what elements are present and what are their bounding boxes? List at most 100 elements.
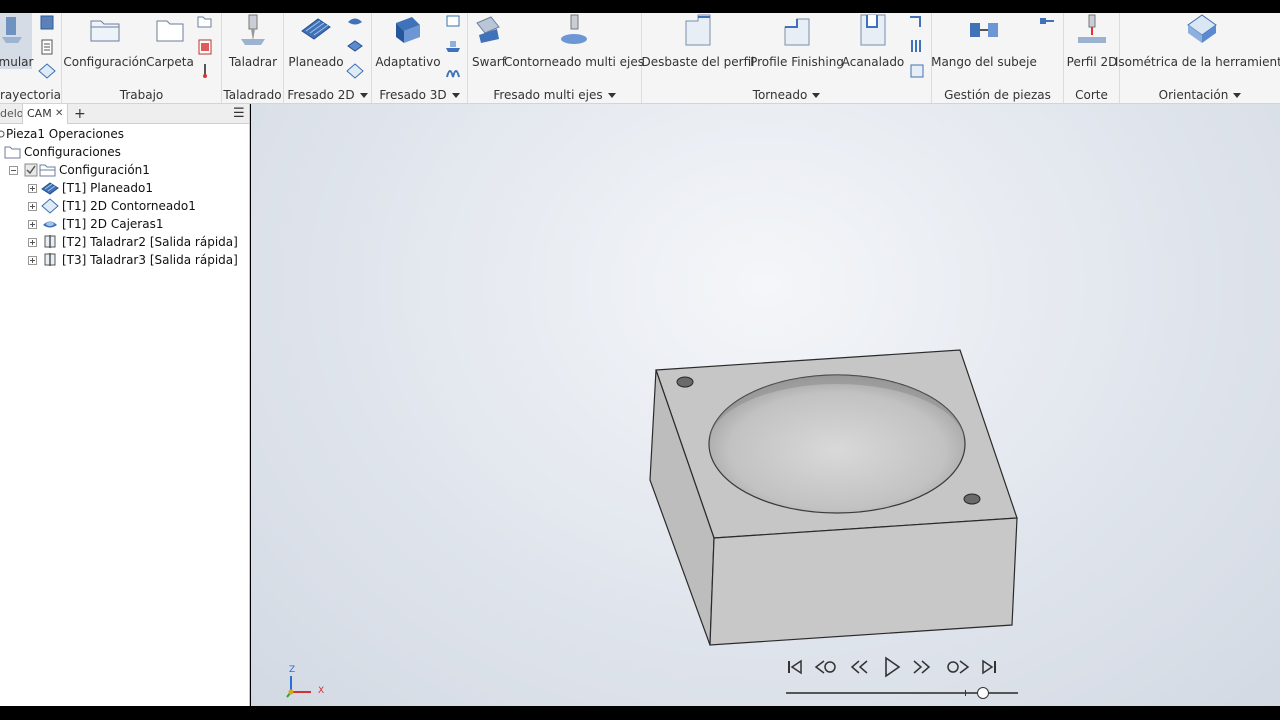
drill-icon	[235, 13, 271, 47]
axis-x-label: X	[318, 686, 325, 696]
open-folder-icon[interactable]	[196, 13, 214, 29]
collapse-toggle[interactable]	[9, 166, 18, 175]
group-torneado[interactable]: Desbaste del perfil Profile Finishing Ac…	[642, 13, 932, 103]
play-icon[interactable]	[880, 656, 902, 678]
go-to-start-icon[interactable]	[784, 656, 806, 678]
chevron-down-icon[interactable]	[1233, 93, 1242, 98]
group-trabajo: Configuración Carpeta Trabajo	[62, 13, 222, 103]
tree-item-operation[interactable]: [T3] Taladrar3 [Salida rápida]	[0, 251, 250, 269]
fresado-2d-label: Fresado 2D	[287, 88, 355, 102]
contour-2d-icon[interactable]	[346, 13, 364, 29]
tree-item-operation[interactable]: [T1] 2D Cajeras1	[0, 215, 250, 233]
tree-label-operation: [T1] 2D Contorneado1	[62, 199, 196, 213]
group-taladrado: Taladrar Taladrado	[222, 13, 284, 103]
pocket-2d-icon[interactable]	[346, 38, 364, 54]
tree-item-operation[interactable]: [T1] Planeado1	[0, 179, 250, 197]
axis-triad: Z X	[281, 664, 331, 704]
desbaste-del-perfil-button[interactable]: Desbaste del perfil	[642, 13, 755, 69]
expand-toggle[interactable]	[28, 202, 37, 211]
toolpath-icon[interactable]	[38, 15, 56, 31]
profile-finishing-button[interactable]: Profile Finishing	[750, 13, 844, 69]
previous-operation-icon[interactable]	[813, 656, 836, 678]
group-fresado-multi-ejes[interactable]: Swarf Contorneado multi ejes Fresado mul…	[468, 13, 644, 103]
group-fresado-3d[interactable]: Adaptativo Fresado 3D	[372, 13, 468, 103]
chevron-down-icon[interactable]	[812, 93, 821, 98]
turning-part-icon[interactable]	[908, 63, 926, 79]
window-top-bar	[0, 0, 1280, 13]
drill-operation-icon	[44, 253, 56, 266]
step-forward-icon[interactable]	[911, 656, 933, 678]
isometrica-herramienta-button[interactable]: Isométrica de la herramienta	[1115, 13, 1280, 69]
perfil-2d-button[interactable]: Perfil 2D	[1064, 13, 1120, 69]
tool-isometric-icon	[1184, 13, 1220, 47]
pocket-2d-icon	[43, 221, 57, 228]
pocket-3d-icon[interactable]	[444, 13, 462, 29]
report-icon[interactable]	[196, 39, 214, 55]
slider-tick	[965, 690, 966, 696]
step-back-icon[interactable]	[848, 656, 870, 678]
expand-toggle[interactable]	[28, 238, 37, 247]
part-transfer-icon[interactable]	[1038, 13, 1056, 29]
carpeta-button[interactable]: Carpeta	[146, 13, 194, 69]
parallel-3d-icon[interactable]	[444, 38, 462, 54]
turning-thread-icon[interactable]	[908, 38, 926, 54]
setup-folder-icon	[39, 164, 56, 177]
window-bottom-bar	[0, 706, 1280, 720]
scallop-3d-icon[interactable]	[444, 63, 462, 79]
planeado-button[interactable]: Planeado	[286, 13, 346, 69]
chevron-down-icon[interactable]	[359, 93, 368, 98]
adaptativo-button[interactable]: Adaptativo	[374, 13, 442, 69]
folder-icon	[4, 146, 21, 159]
part-model[interactable]	[251, 104, 1280, 706]
checkbox-icon[interactable]	[24, 163, 38, 177]
group-orientacion[interactable]: Isométrica de la herramienta Orientación	[1115, 13, 1280, 103]
configuracion-button[interactable]: Configuración	[63, 13, 147, 69]
taladrar-button[interactable]: Taladrar	[226, 13, 280, 69]
diamond-icon[interactable]	[38, 63, 56, 79]
expand-toggle[interactable]	[28, 184, 37, 193]
expand-toggle[interactable]	[28, 256, 37, 265]
contour-2d-icon	[41, 198, 59, 214]
turning-roughing-icon	[680, 13, 716, 47]
chevron-down-icon[interactable]	[607, 93, 616, 98]
playback-slider[interactable]	[786, 686, 1018, 700]
chamfer-2d-icon[interactable]	[346, 63, 364, 79]
go-to-end-icon[interactable]	[978, 656, 1000, 678]
turning-face-icon[interactable]	[908, 13, 926, 29]
slider-thumb[interactable]	[977, 687, 989, 699]
tree-root-label: Pieza1 Operaciones	[6, 127, 125, 141]
turning-groove-icon	[855, 13, 891, 47]
chevron-down-icon[interactable]	[451, 93, 460, 98]
tab-cam[interactable]: CAM ✕	[22, 104, 68, 124]
probe-icon[interactable]	[196, 63, 214, 79]
add-tab-icon[interactable]: +	[74, 104, 86, 124]
menu-icon[interactable]: ☰	[233, 104, 245, 124]
tree-label-configuracion1: Configuración1	[59, 163, 150, 177]
group-fresado-2d[interactable]: Planeado Fresado 2D	[284, 13, 372, 103]
ribbon: mular rayectoria Configuración Carpeta T…	[0, 13, 1280, 104]
contorneado-multi-ejes-button[interactable]: Contorneado multi ejes	[504, 13, 644, 69]
acanalado-button[interactable]: Acanalado	[842, 13, 904, 69]
expand-toggle[interactable]	[28, 220, 37, 229]
tree-item-operation[interactable]: [T2] Taladrar2 [Salida rápida]	[0, 233, 250, 251]
close-icon[interactable]: ✕	[55, 104, 63, 124]
swarf-icon	[471, 13, 507, 47]
tree-label-operation: [T3] Taladrar3 [Salida rápida]	[62, 253, 238, 267]
mango-del-subeje-button[interactable]: Mango del subeje	[931, 13, 1037, 69]
browser-panel: delo CAM ✕ + ☰ Pieza1 Operaciones Configu…	[0, 104, 250, 706]
graphics-viewport[interactable]: Z X	[251, 104, 1280, 706]
next-operation-icon[interactable]	[945, 656, 970, 678]
group-corte: Perfil 2D Corte	[1064, 13, 1120, 103]
swarf-button[interactable]: Swarf	[470, 13, 508, 69]
tab-cam-label: CAM	[27, 107, 52, 120]
multiaxis-contour-icon	[556, 13, 592, 47]
orientacion-label: Orientación	[1158, 88, 1229, 102]
tree-item-configuraciones[interactable]: Configuraciones	[0, 143, 250, 161]
circle-icon	[0, 130, 5, 138]
tree-item-configuracion1[interactable]: Configuración1	[0, 161, 250, 179]
simulate-button[interactable]: mular	[0, 13, 33, 69]
tree-item-operation[interactable]: [T1] 2D Contorneado1	[0, 197, 250, 215]
torneado-label: Torneado	[752, 88, 808, 102]
sheet-icon[interactable]	[38, 39, 56, 55]
tab-model[interactable]: delo	[0, 104, 24, 124]
